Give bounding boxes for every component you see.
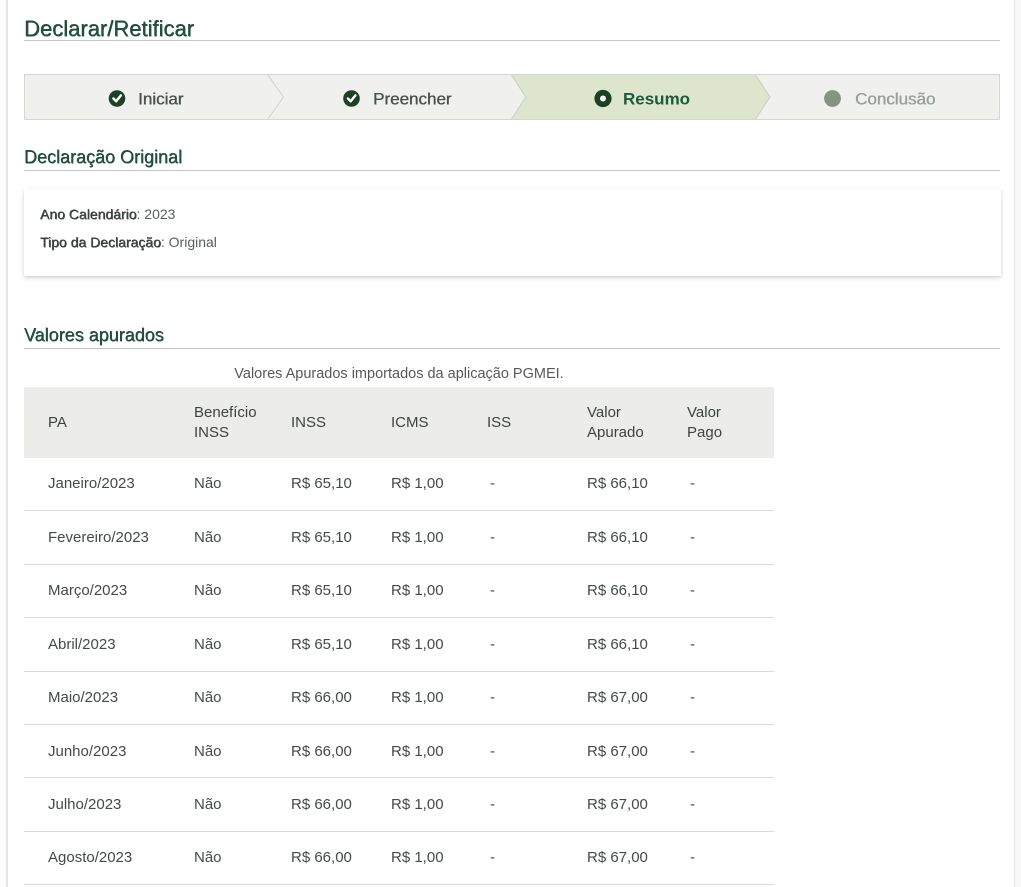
- svg-text:Resumo: Resumo: [623, 90, 690, 109]
- svg-text:Conclusão: Conclusão: [855, 90, 935, 109]
- svg-text:Iniciar: Iniciar: [138, 90, 184, 109]
- svg-text:Preencher: Preencher: [373, 90, 452, 109]
